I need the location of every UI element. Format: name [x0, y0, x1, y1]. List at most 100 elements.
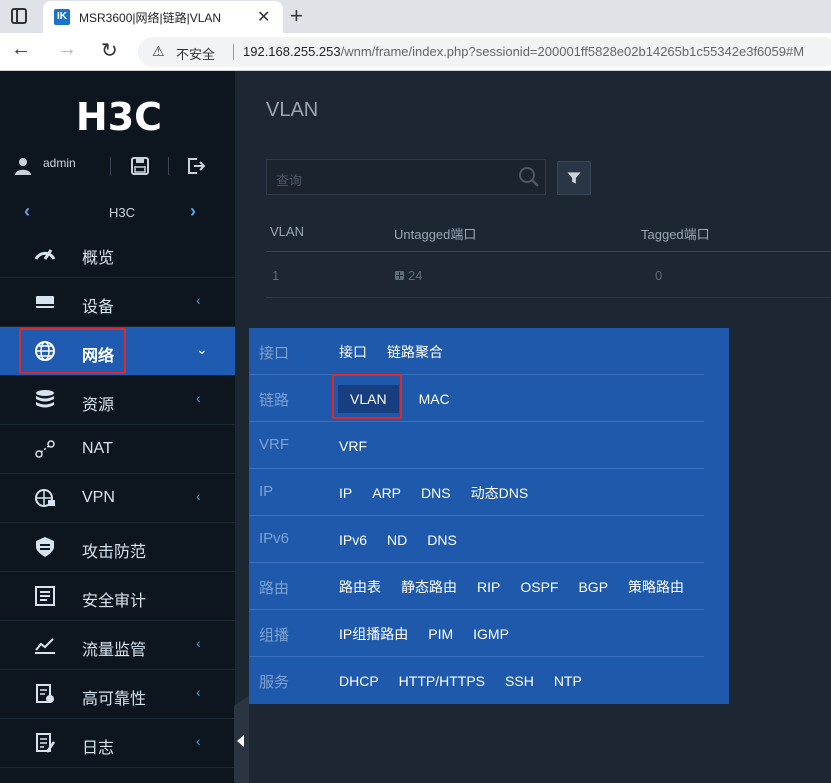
submenu-link-static-route[interactable]: 静态路由: [401, 577, 457, 597]
highlight-box-vlan: [332, 374, 402, 419]
user-bar: admin: [0, 149, 235, 183]
submenu-link-policy-route[interactable]: 策略路由: [628, 577, 684, 597]
address-bar: ← → ↻ ⚠ 不安全 192.168.255.253/wnm/frame/in…: [0, 33, 831, 71]
submenu-category: 接口: [259, 345, 290, 362]
expand-icon[interactable]: [395, 271, 404, 280]
browser-tab[interactable]: IK MSR3600|网络|链路|VLAN ✕: [43, 1, 283, 33]
sidebar-item-label: 高可靠性: [82, 691, 147, 708]
url-host: 192.168.255.253: [243, 44, 341, 59]
chevron-left-icon: ‹: [196, 635, 201, 651]
reliability-icon: [36, 684, 54, 703]
close-tab-icon[interactable]: ✕: [257, 7, 270, 27]
user-icon: [15, 158, 31, 175]
insecure-label[interactable]: 不安全: [176, 44, 215, 63]
chevron-right-icon[interactable]: ›: [190, 201, 196, 222]
submenu-link-dhcp[interactable]: DHCP: [339, 673, 379, 689]
submenu-link-ssh[interactable]: SSH: [505, 673, 534, 689]
back-icon[interactable]: ←: [11, 38, 31, 61]
submenu-link-mac[interactable]: MAC: [419, 391, 450, 407]
nat-icon: [35, 440, 55, 458]
new-tab-icon[interactable]: +: [290, 3, 303, 29]
submenu-link-http[interactable]: HTTP/HTTPS: [399, 673, 485, 689]
divider: [168, 157, 169, 175]
sidebar-item-vpn[interactable]: VPN ‹: [0, 474, 235, 523]
submenu-link-ip-multicast[interactable]: IP组播路由: [339, 624, 408, 644]
url-text[interactable]: 192.168.255.253/wnm/frame/index.php?sess…: [243, 44, 804, 59]
filter-button[interactable]: [557, 161, 591, 195]
search-icon[interactable]: [518, 166, 540, 188]
search-input[interactable]: 查询: [266, 159, 546, 195]
device-switcher: ‹ H3C ›: [0, 199, 235, 229]
url-input[interactable]: ⚠ 不安全 192.168.255.253/wnm/frame/index.ph…: [138, 37, 831, 67]
submenu-link-ip[interactable]: IP: [339, 485, 352, 501]
save-icon[interactable]: [130, 156, 150, 176]
sidebar-item-overview[interactable]: 概览: [0, 229, 235, 278]
sidebar-item-traffic[interactable]: 流量监管 ‹: [0, 621, 235, 670]
submenu-link-ospf[interactable]: OSPF: [520, 579, 558, 595]
submenu-row-ipv6: IPv6 IPv6 ND DNS: [249, 516, 704, 563]
logout-icon[interactable]: [186, 156, 206, 176]
submenu-link-nd[interactable]: ND: [387, 532, 407, 548]
submenu-category: IPv6: [259, 530, 290, 547]
audit-icon: [35, 586, 55, 606]
submenu-category: IP: [259, 483, 274, 500]
sidebar-item-label: 流量监管: [82, 642, 147, 659]
submenu-category: 服务: [259, 674, 290, 691]
device-name: H3C: [109, 205, 136, 220]
forward-icon[interactable]: →: [57, 38, 77, 61]
chevron-left-icon: ‹: [196, 684, 201, 700]
submenu-row-multicast: 组播 IP组播路由 PIM IGMP: [249, 610, 704, 657]
h3c-logo: H3C: [76, 97, 162, 137]
submenu-row-link: 链路 VLAN MAC: [249, 375, 704, 422]
submenu-link-bgp[interactable]: BGP: [578, 579, 608, 595]
chevron-left-icon: ‹: [196, 292, 201, 308]
submenu-link-dns[interactable]: DNS: [421, 485, 451, 501]
page-title: VLAN: [266, 99, 319, 121]
highlight-box-network: [19, 328, 126, 374]
submenu-link-pim[interactable]: PIM: [428, 626, 453, 642]
sidebar-item-label: 设备: [82, 299, 115, 316]
url-path: /wnm/frame/index.php?sessionid=200001ff5…: [340, 44, 805, 59]
submenu-link-interface[interactable]: 接口: [339, 342, 367, 362]
column-header-untagged[interactable]: Untagged端口: [394, 224, 476, 243]
submenu-link-rip[interactable]: RIP: [477, 579, 500, 595]
database-icon: [36, 390, 54, 408]
chevron-left-icon: ‹: [196, 733, 201, 749]
warning-icon[interactable]: ⚠: [152, 43, 165, 60]
sidebar-item-log[interactable]: 日志 ‹: [0, 719, 235, 768]
vpn-icon: [35, 489, 55, 507]
chevron-left-icon[interactable]: ‹: [24, 201, 30, 222]
log-icon: [36, 733, 56, 753]
sidebar-item-label: 攻击防范: [82, 544, 147, 561]
sidebar-item-attack-defense[interactable]: 攻击防范: [0, 523, 235, 572]
submenu-link-dns-v6[interactable]: DNS: [427, 532, 457, 548]
column-header-tagged[interactable]: Tagged端口: [641, 224, 710, 243]
sidebar-item-label: NAT: [82, 440, 113, 457]
chevron-left-icon: ‹: [196, 390, 201, 406]
chevron-left-icon: ‹: [196, 488, 201, 504]
sidebar-item-reliability[interactable]: 高可靠性 ‹: [0, 670, 235, 719]
submenu-link-ntp[interactable]: NTP: [554, 673, 582, 689]
collapse-arrow-icon[interactable]: [237, 735, 244, 747]
table-row[interactable]: 1 24 0: [266, 252, 831, 298]
window-menu-icon[interactable]: [11, 8, 27, 24]
submenu-link-route-table[interactable]: 路由表: [339, 577, 381, 597]
submenu-link-vrf[interactable]: VRF: [339, 438, 367, 454]
column-header-vlan[interactable]: VLAN: [270, 224, 304, 239]
submenu-category: 路由: [259, 580, 290, 597]
sidebar-item-security-audit[interactable]: 安全审计: [0, 572, 235, 621]
submenu-link-igmp[interactable]: IGMP: [473, 626, 509, 642]
submenu-link-link-aggregation[interactable]: 链路聚合: [387, 342, 443, 362]
shield-icon: [36, 537, 54, 557]
submenu-row-ip: IP IP ARP DNS 动态DNS: [249, 469, 704, 516]
cell-vlan: 1: [272, 268, 280, 283]
submenu-link-ddns[interactable]: 动态DNS: [471, 483, 529, 503]
sidebar-item-resources[interactable]: 资源 ‹: [0, 376, 235, 425]
submenu-link-ipv6[interactable]: IPv6: [339, 532, 367, 548]
sidebar-item-nat[interactable]: NAT: [0, 425, 235, 474]
network-submenu-panel: 接口 接口 链路聚合 链路 VLAN MAC VRF VRF IP IP ARP: [249, 328, 729, 704]
reload-icon[interactable]: ↻: [101, 38, 118, 63]
submenu-link-arp[interactable]: ARP: [372, 485, 401, 501]
filter-icon: [567, 172, 581, 184]
sidebar-item-device[interactable]: 设备 ‹: [0, 278, 235, 327]
